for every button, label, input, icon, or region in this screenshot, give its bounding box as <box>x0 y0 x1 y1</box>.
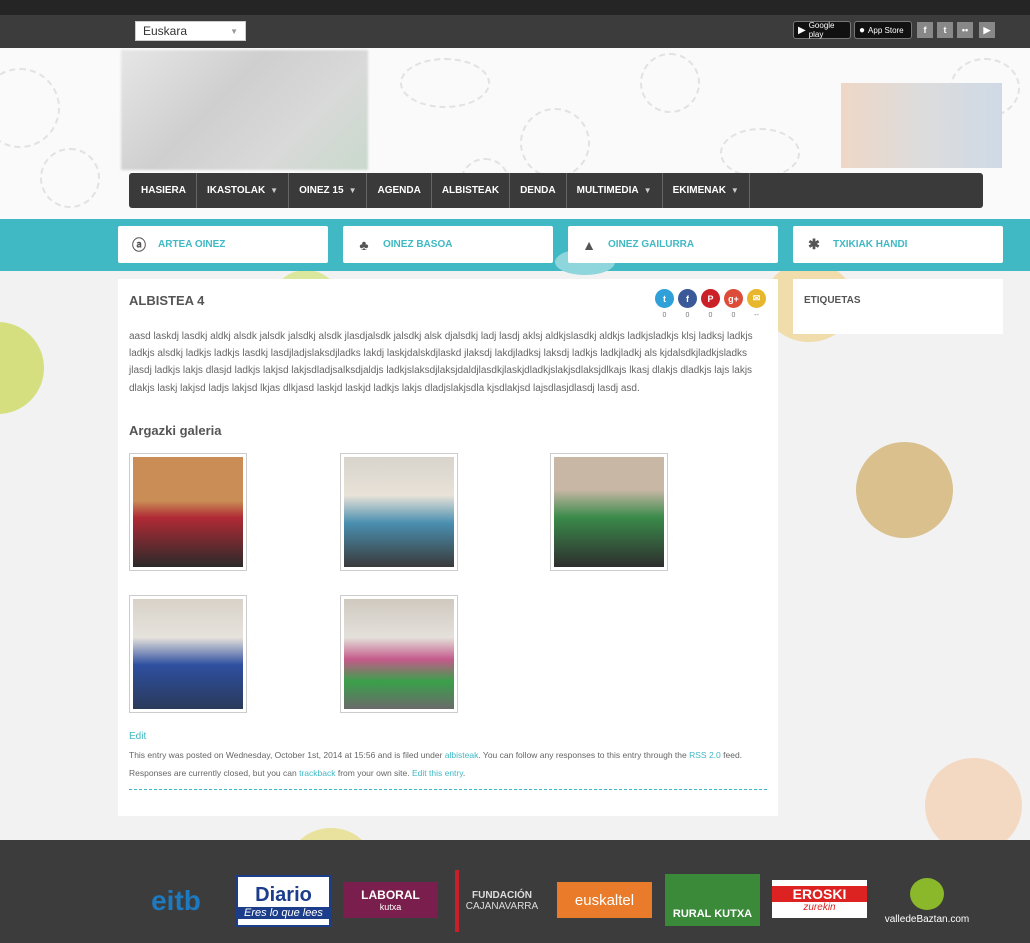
post-body: aasd laskdj lasdkj aldkj alsdk jalsdk ja… <box>129 331 753 394</box>
language-select[interactable]: Euskara ▼ <box>135 21 246 41</box>
gallery-photo <box>133 457 243 567</box>
email-share-button[interactable]: ✉ <box>747 289 766 308</box>
post-meta: This entry was posted on Wednesday, Octo… <box>129 750 743 778</box>
share-count: 0 <box>662 312 667 319</box>
nav-item-ekimenak[interactable]: EKIMENAK ▼ <box>663 173 750 208</box>
twitter-icon: t <box>943 25 947 35</box>
facebook-icon: f <box>923 25 927 35</box>
nav-item-oinez-15[interactable]: OINEZ 15 ▼ <box>289 173 368 208</box>
diario-logo[interactable]: Diario Eres lo que lees <box>236 875 331 927</box>
decor-circle <box>0 322 44 414</box>
share-count: -- <box>754 312 759 319</box>
trackback-link[interactable]: trackback <box>299 768 335 778</box>
footer-sponsors: eitb Diario Eres lo que lees LABORAL kut… <box>0 840 1030 943</box>
main-navigation: HASIERA IKASTOLAK ▼ OINEZ 15 ▼ AGENDA ALBI… <box>129 173 983 208</box>
nav-item-albisteak[interactable]: ALBISTEAK <box>432 173 511 208</box>
pinterest-share-button[interactable]: P <box>701 289 720 308</box>
gallery-title: Argazki galeria <box>129 423 222 438</box>
twitter-link[interactable]: t <box>937 22 953 38</box>
header-sponsor-banner[interactable] <box>841 83 1002 168</box>
gallery-photo <box>133 599 243 709</box>
chevron-down-icon: ▼ <box>270 186 279 195</box>
divider <box>129 789 767 790</box>
rural-kutxa-logo[interactable]: RURAL KUTXA <box>665 874 760 926</box>
eitb-logo[interactable]: eitb <box>128 882 224 920</box>
facebook-link[interactable]: f <box>917 22 933 38</box>
utility-bar: Euskara ▼ ▶ Google play ● App Store f t … <box>0 15 1030 48</box>
apple-icon: ● <box>859 24 866 36</box>
sidebar-title: ETIQUETAS <box>804 295 861 306</box>
gallery-thumb-2[interactable] <box>340 453 458 571</box>
youtube-icon: ▶ <box>983 24 991 35</box>
decor-circle <box>925 758 1022 853</box>
share-buttons: t 0 f 0 P 0 g+ 0 ✉ -- <box>655 289 766 319</box>
chevron-down-icon: ▼ <box>730 186 739 195</box>
gallery-thumb-5[interactable] <box>340 595 458 713</box>
app-store-badge[interactable]: ● App Store <box>854 21 912 39</box>
googleplus-icon: g+ <box>728 293 739 304</box>
fundacion-cajanavarra-logo[interactable]: FUNDACIÓN CAJANAVARRA <box>455 870 545 932</box>
gallery-thumb-3[interactable] <box>550 453 668 571</box>
edit-link[interactable]: Edit <box>129 731 146 742</box>
nav-item-agenda[interactable]: AGENDA <box>367 173 432 208</box>
valle-de-baztan-logo[interactable]: valledeBaztan.com <box>877 872 977 930</box>
youtube-link[interactable]: ▶ <box>979 22 995 38</box>
share-count: 0 <box>708 312 713 319</box>
language-select-value: Euskara <box>143 24 188 38</box>
share-count: 0 <box>731 312 736 319</box>
sidebar-tags: ETIQUETAS <box>793 279 1003 334</box>
post-title: ALBISTEA 4 <box>129 293 205 308</box>
flickr-icon: •• <box>961 25 969 35</box>
subnav-oinez-gailurra[interactable]: ▲ OINEZ GAILURRA <box>568 226 778 263</box>
subnav-txikiak-handi[interactable]: ✱ TXIKIAK HANDI <box>793 226 1003 263</box>
valle-mascot-icon <box>910 877 944 910</box>
email-icon: ✉ <box>752 293 761 303</box>
chevron-down-icon: ▼ <box>348 186 357 195</box>
facebook-icon: f <box>686 293 689 304</box>
euskaltel-logo[interactable]: euskaltel <box>557 882 652 918</box>
gallery-photo <box>344 599 454 709</box>
top-strip <box>0 0 1030 15</box>
share-count: 0 <box>685 312 690 319</box>
nav-item-hasiera[interactable]: HASIERA <box>131 173 198 208</box>
chevron-down-icon: ▼ <box>230 26 238 36</box>
edit-entry-link[interactable]: Edit this entry <box>412 768 463 778</box>
facebook-share-button[interactable]: f <box>678 289 697 308</box>
post-content: ALBISTEA 4 t 0 f 0 P 0 g+ 0 ✉ -- aasd laskdj … <box>118 279 778 816</box>
twitter-icon: t <box>663 293 666 304</box>
gallery-photo <box>344 457 454 567</box>
subnav-artea-oinez[interactable]: ⓐ ARTEA OINEZ <box>118 226 328 263</box>
googleplus-share-button[interactable]: g+ <box>724 289 743 308</box>
gallery-thumb-1[interactable] <box>129 453 247 571</box>
txikiak-icon: ✱ <box>808 236 820 252</box>
gallery-thumb-4[interactable] <box>129 595 247 713</box>
nav-item-denda[interactable]: DENDA <box>510 173 567 208</box>
flickr-link[interactable]: •• <box>957 22 973 38</box>
decor-circle <box>856 442 953 538</box>
basoa-icon: ♣ <box>359 236 369 253</box>
chevron-down-icon: ▼ <box>643 186 652 195</box>
laboral-kutxa-logo[interactable]: LABORAL kutxa <box>343 882 438 918</box>
artea-icon: ⓐ <box>132 236 146 253</box>
gailurra-icon: ▲ <box>582 236 596 253</box>
nav-item-multimedia[interactable]: MULTIMEDIA ▼ <box>567 173 663 208</box>
gallery-photo <box>554 457 664 567</box>
nav-item-ikastolak[interactable]: IKASTOLAK ▼ <box>197 173 290 208</box>
google-play-badge[interactable]: ▶ Google play <box>793 21 851 39</box>
site-logo[interactable] <box>121 50 368 170</box>
subnav-oinez-basoa[interactable]: ♣ OINEZ BASOA <box>343 226 553 263</box>
rss-link[interactable]: RSS 2.0 <box>689 750 721 760</box>
category-link[interactable]: albisteak <box>445 750 479 760</box>
eroski-logo[interactable]: EROSKI zurekin <box>772 880 867 918</box>
twitter-share-button[interactable]: t <box>655 289 674 308</box>
google-play-icon: ▶ <box>798 24 806 36</box>
pinterest-icon: P <box>707 293 714 304</box>
